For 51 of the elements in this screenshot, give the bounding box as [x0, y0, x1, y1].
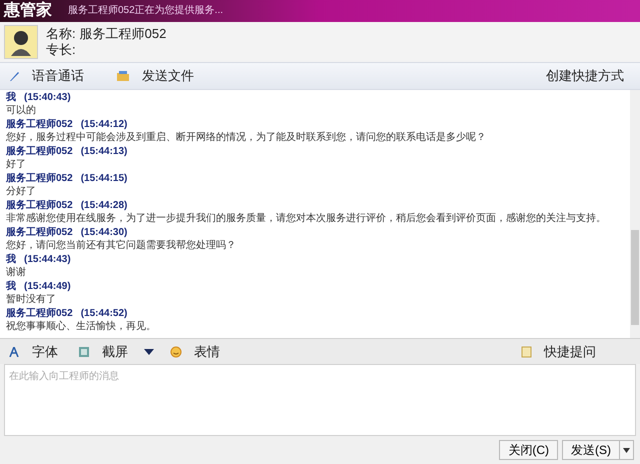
message-sender: 我: [6, 254, 16, 266]
message-time: (15:44:43): [24, 254, 71, 266]
message-time: (15:44:28): [80, 200, 128, 212]
app-logo: 惠管家: [4, 3, 52, 19]
message-sender: 服务工程师052: [6, 173, 73, 185]
smiley-icon: [170, 346, 182, 358]
message-text: 暂时没有了: [6, 294, 57, 306]
folder-icon: [116, 70, 130, 82]
message-sender: 我: [6, 92, 16, 104]
message-time: (15:44:13): [80, 146, 128, 158]
close-button[interactable]: 关闭(C): [499, 440, 558, 460]
specialty-label: 专长:: [46, 42, 77, 58]
message-input[interactable]: 在此输入向工程师的消息: [4, 364, 636, 436]
toolbar-button[interactable]: 字体: [4, 342, 62, 362]
message-time: (15:44:49): [24, 281, 71, 293]
toolbar-button[interactable]: 表情: [166, 342, 224, 362]
name-label: 名称:: [46, 26, 76, 42]
message-time: (15:40:43): [24, 92, 71, 104]
message-text: 好了: [6, 159, 27, 171]
message-time: (15:44:15): [80, 173, 128, 185]
note-icon: [521, 346, 532, 358]
message-sender: 我: [6, 281, 16, 293]
message-sender: 服务工程师052: [6, 227, 73, 239]
dropdown-arrow-icon[interactable]: [144, 348, 154, 356]
window-title: 服务工程师052正在为您提供服务...: [68, 6, 224, 16]
message-sender: 服务工程师052: [6, 146, 73, 158]
contact-name: 服务工程师052: [80, 26, 166, 42]
message-text: 祝您事事顺心、生活愉快，再见。: [6, 321, 157, 333]
message-sender: 服务工程师052: [6, 308, 73, 320]
message-text: 您好，请问您当前还有其它问题需要我帮您处理吗？: [6, 240, 237, 252]
quick-question-button[interactable]: 快捷提问: [521, 342, 596, 362]
picture-icon: [78, 346, 90, 358]
toolbar-button[interactable]: 发送文件: [112, 66, 198, 86]
caret-icon: [623, 448, 630, 452]
toolbar-button[interactable]: 语音通话: [4, 66, 88, 86]
letter-icon: [8, 346, 20, 358]
pen-icon: [8, 70, 20, 82]
send-options-button[interactable]: [619, 441, 633, 459]
message-time: (15:44:12): [80, 119, 128, 131]
create-shortcut-button[interactable]: 创建快捷方式: [546, 66, 624, 86]
message-time: (15:44:30): [80, 227, 128, 239]
message-text: 可以的: [6, 105, 37, 117]
avatar: [4, 25, 38, 59]
message-text: 分好了: [6, 186, 37, 198]
message-text: 谢谢: [6, 267, 27, 279]
message-text: 非常感谢您使用在线服务，为了进一步提升我们的服务质量，请您对本次服务进行评价，稍后您会看到评价页面，感谢您的关注与支持。: [6, 213, 607, 225]
message-sender: 服务工程师052: [6, 200, 73, 212]
message-time: (15:44:52): [80, 308, 128, 320]
message-text: 您好，服务过程中可能会涉及到重启、断开网络的情况，为了能及时联系到您，请问您的联系电话是多少呢？: [6, 132, 487, 144]
toolbar-button[interactable]: 截屏: [74, 342, 132, 362]
message-sender: 服务工程师052: [6, 119, 73, 131]
